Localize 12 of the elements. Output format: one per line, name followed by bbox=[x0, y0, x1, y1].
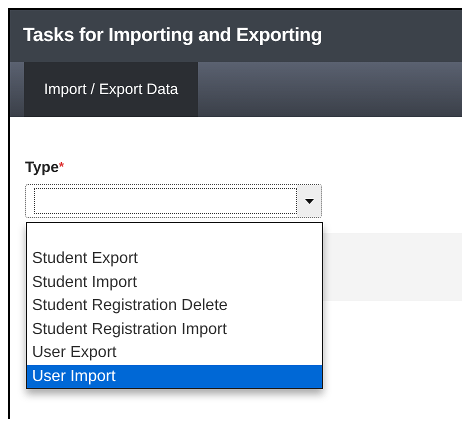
dropdown-option[interactable]: User Import bbox=[27, 364, 322, 388]
dropdown-option[interactable]: Student Registration Delete bbox=[27, 294, 322, 318]
caret-icon bbox=[304, 198, 314, 204]
dropdown-option[interactable]: Student Registration Import bbox=[27, 318, 322, 341]
dropdown-option[interactable]: User Export bbox=[27, 341, 322, 364]
tab[interactable]: Import / Export Data bbox=[24, 62, 198, 117]
field-label: Type bbox=[25, 159, 59, 176]
window-title: Tasks for Importing and Exporting bbox=[23, 25, 322, 47]
required-mark: * bbox=[58, 159, 64, 174]
type-dropdown[interactable] bbox=[25, 184, 322, 218]
dropdown-option[interactable]: Student Import bbox=[27, 270, 322, 294]
dropdown-option[interactable]: Student Export bbox=[27, 247, 322, 270]
